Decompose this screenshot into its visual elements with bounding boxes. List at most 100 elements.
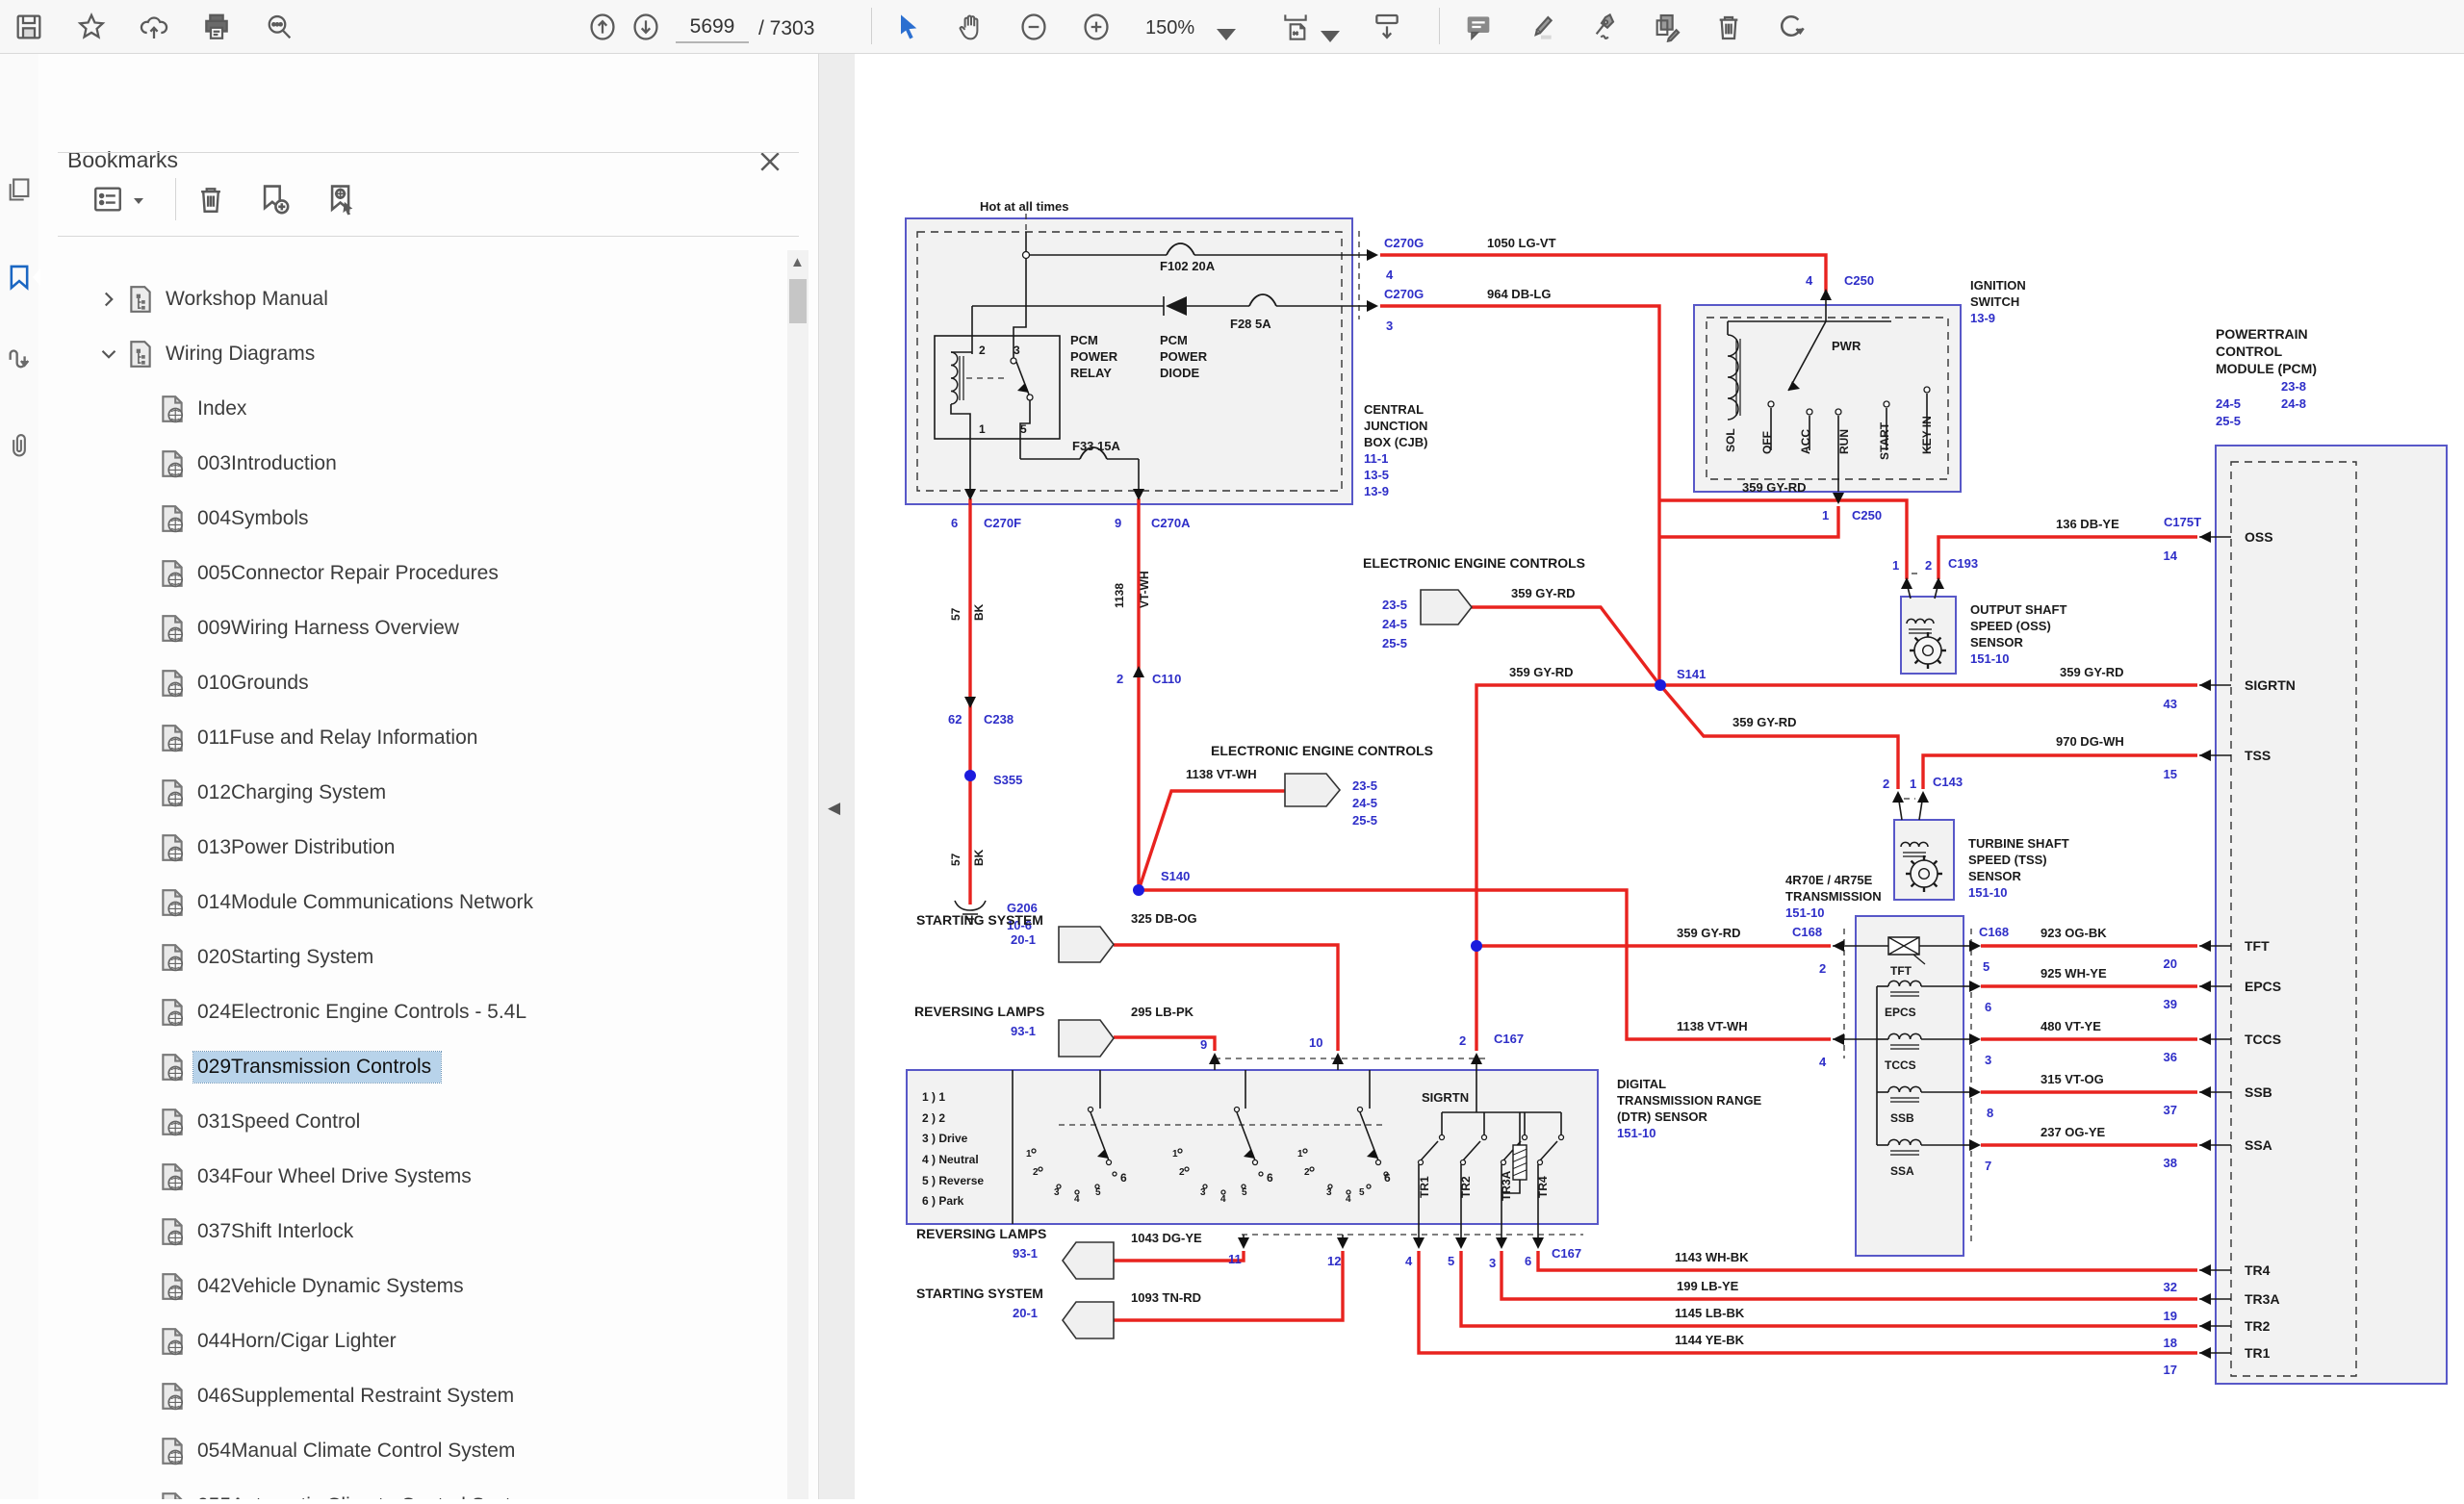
diagram-label: 4 [1386,268,1394,282]
bookmark-item[interactable]: 009Wiring Harness Overview [159,604,469,652]
bookmark-item[interactable]: 029Transmission Controls [159,1043,441,1091]
bookmark-item[interactable]: 003Introduction [159,440,346,488]
bookmark-item[interactable]: 013Power Distribution [159,824,404,872]
diagram-label: IGNITION [1970,278,2026,293]
bookmarks-panel-icon[interactable] [6,264,33,291]
select-tool-icon[interactable] [893,12,924,42]
diagram-label: 36 [2164,1050,2177,1064]
diagram-label: 6 [1120,1171,1127,1185]
bookmark-item[interactable]: 012Charging System [159,769,396,817]
arrowhead [2199,1320,2211,1332]
bookmark-item[interactable]: 054Manual Climate Control System [159,1427,525,1475]
search-icon[interactable] [264,12,295,42]
diagram-label: 4R70E / 4R75E [1785,873,1873,887]
bookmarks-tree: Workshop Manual Wiring Diagrams Index 003In… [38,250,789,1499]
hand-tool-icon[interactable] [956,12,987,42]
export-icon[interactable] [6,347,33,374]
comment-icon[interactable] [1463,12,1494,42]
highlighter-icon[interactable] [1526,12,1556,42]
diagram-label: SSA [2245,1137,2272,1153]
bookmark-destination-icon[interactable] [325,183,358,216]
bookmark-item[interactable]: 014Module Communications Network [159,879,543,927]
bookmark-item[interactable]: 037Shift Interlock [159,1208,363,1256]
diagram-label: F33 15A [1072,439,1120,453]
delete-bookmark-icon[interactable] [194,183,227,216]
previous-page-button[interactable] [587,12,618,42]
arrowhead [2199,679,2211,691]
off-page-connector-flag [1063,1242,1114,1279]
options-caret-icon[interactable] [131,193,146,209]
panel-scrollbar[interactable]: ▲ [787,250,808,1499]
document-page[interactable]: Hot at all timesF102 20AF28 5AF33 15APCM… [855,53,2464,1499]
contact-point [1039,1167,1042,1171]
sign-pen-icon[interactable] [1588,12,1619,42]
page-number-input[interactable] [676,13,749,43]
scrollbar-thumb[interactable] [789,279,807,323]
bookmark-item[interactable]: 031Speed Control [159,1098,370,1146]
arrowhead [1833,940,1844,952]
zoom-out-icon[interactable] [1018,12,1049,42]
panel-divider [58,152,799,153]
diagram-label: C167 [1494,1032,1524,1046]
bookmark-label: 042Vehicle Dynamic Systems [193,1271,474,1302]
next-page-button[interactable] [630,12,661,42]
bookmark-item[interactable]: 044Horn/Cigar Lighter [159,1317,406,1365]
diagram-label: 1 ) 1 [922,1090,945,1104]
bookmark-item[interactable]: 024Electronic Engine Controls - 5.4L [159,988,536,1036]
bookmark-item[interactable]: 042Vehicle Dynamic Systems [159,1262,474,1311]
add-bookmark-icon[interactable] [258,183,291,216]
page-thumbnails-icon[interactable] [6,176,33,203]
arrowhead [1367,300,1378,312]
diagram-label: 2 [1116,672,1123,686]
page-fit-caret-icon[interactable] [1315,21,1328,35]
zoom-level-value[interactable]: 150% [1145,17,1194,39]
bookmark-item[interactable]: 020Starting System [159,933,383,981]
diagram-label: REVERSING LAMPS [916,1226,1046,1241]
diagram-label: 2 [1033,1167,1039,1178]
collapse-panel-icon[interactable]: ◀ [828,799,840,818]
diagram-label: C270G [1384,236,1424,250]
panel-notch [33,268,40,286]
bookmark-root-item[interactable]: Workshop Manual [96,275,338,323]
zoom-in-icon[interactable] [1081,12,1112,42]
edit-pages-icon[interactable] [1651,12,1681,42]
diagram-label: 24-8 [2281,396,2306,411]
bookmark-item[interactable]: 011Fuse and Relay Information [159,714,487,762]
bookmark-label: 012Charging System [193,777,396,808]
bookmark-item[interactable]: 034Four Wheel Drive Systems [159,1153,481,1201]
panel-resizer[interactable]: ◀ [818,53,857,1499]
toolbar-separator [1439,8,1440,44]
rotate-icon[interactable] [1776,12,1807,42]
diagram-label: 3 [1200,1187,1206,1198]
diagram-label: 17 [2164,1363,2177,1377]
attachments-icon[interactable] [6,432,33,459]
diagram-label: PWR [1832,339,1861,353]
bookmarks-panel: Bookmarks Workshop ManualWiring Diagrams… [38,53,818,1499]
bookmark-options-icon[interactable] [91,183,124,216]
share-cloud-icon[interactable] [139,12,169,42]
bookmark-item[interactable]: 055Automatic Climate Control System [159,1482,549,1499]
print-icon[interactable] [201,12,232,42]
scroll-up-icon[interactable]: ▲ [790,254,805,270]
diagram-label: STARTING SYSTEM [916,1286,1043,1301]
bookmark-item[interactable]: 010Grounds [159,659,319,707]
save-icon[interactable] [13,12,44,42]
bookmark-item[interactable]: 046Supplemental Restraint System [159,1372,524,1420]
zoom-dropdown-caret-icon[interactable] [1211,19,1226,35]
diagram-label: 1144 YE-BK [1675,1333,1745,1347]
contact-point [1032,1149,1036,1153]
diagram-label: BK [972,849,986,866]
scrolling-mode-icon[interactable] [1372,12,1402,42]
star-icon[interactable] [76,12,107,42]
diagram-label: SWITCH [1970,294,2019,309]
page-fit-icon[interactable] [1280,12,1311,42]
diagram-label: POWERTRAIN [2216,326,2308,342]
bookmark-item[interactable]: 004Symbols [159,495,319,543]
delete-pages-icon[interactable] [1713,12,1744,42]
diagram-label: 5 [1095,1187,1101,1198]
bookmark-item[interactable]: Index [159,385,256,433]
diagram-label: TR4 [2245,1262,2271,1278]
diagram-label: 57 [949,853,962,866]
bookmark-item[interactable]: 005Connector Repair Procedures [159,549,508,598]
bookmark-root-item[interactable]: Wiring Diagrams [96,330,324,378]
